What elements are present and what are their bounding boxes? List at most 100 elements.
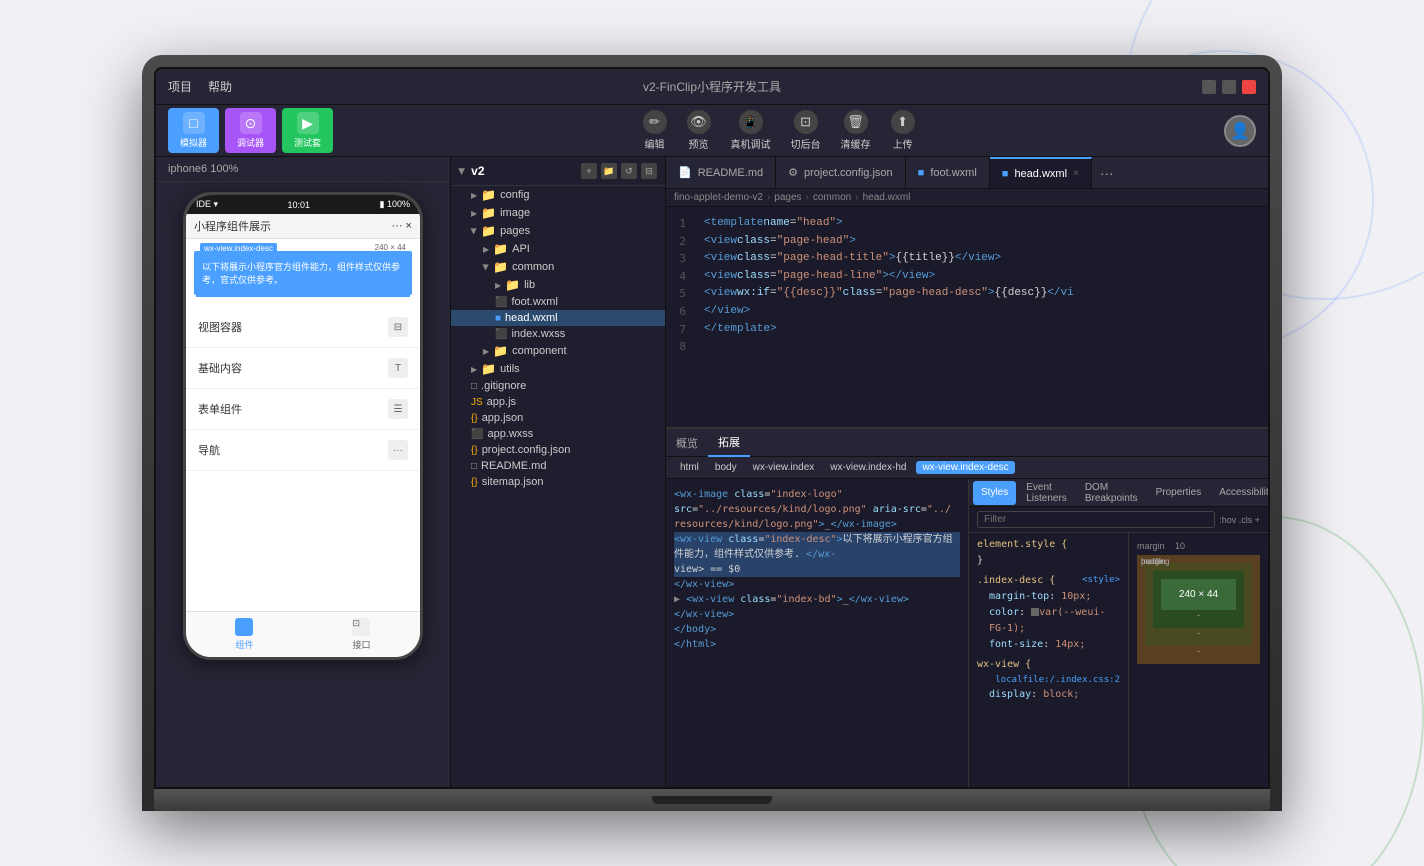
tree-item-head-wxml[interactable]: ■ head.wxml (451, 310, 665, 326)
styles-tab-accessibility[interactable]: Accessibility (1211, 481, 1268, 505)
image-folder-icon: 📁 (481, 206, 496, 220)
styles-tab-properties[interactable]: Properties (1148, 481, 1210, 505)
tree-item-api[interactable]: ▶ 📁 API (451, 240, 665, 258)
tab-foot-label: foot.wxml (930, 167, 976, 179)
menu-item-label-nav: 导航 (198, 442, 220, 458)
menu-item-icon-nav: ··· (388, 440, 408, 460)
app-wxss-icon: ⬛ (471, 429, 483, 440)
filter-hint[interactable]: :hov .cls + (1219, 515, 1260, 525)
tree-item-sitemap[interactable]: {} sitemap.json (451, 474, 665, 490)
minimize-button[interactable] (1202, 80, 1216, 94)
sitemap-icon: {} (471, 477, 478, 488)
tab-foot-wxml[interactable]: ■ foot.wxml (906, 157, 990, 189)
box-model-label: margin 10 (1137, 541, 1260, 551)
pill-html[interactable]: html (674, 461, 705, 474)
styles-filter-input[interactable] (977, 511, 1215, 528)
test-button[interactable]: ▶ 测试套 (282, 108, 333, 153)
phone-panel: iphone6 100% IDE ▾ 10:01 ▮ 100% 小程序组件展示 … (156, 157, 451, 787)
phone-menu-item-content[interactable]: 基础内容 T (186, 348, 420, 389)
tab-project-config[interactable]: ⚙ project.config.json (776, 157, 906, 189)
styles-tab-event-listeners[interactable]: Event Listeners (1018, 481, 1075, 505)
preview-icon: 👁 (687, 110, 711, 134)
nav-components-icon: ⊞ (235, 618, 253, 636)
phone-nav-interface[interactable]: ⊡ 接口 (352, 618, 370, 651)
highlight-size: 240 × 44 (375, 243, 406, 252)
tool-edit[interactable]: ✏ 编辑 (643, 110, 667, 151)
tab-head-close[interactable]: × (1073, 168, 1079, 179)
index-desc-source[interactable]: <style> (1082, 573, 1120, 587)
tree-item-app-wxss[interactable]: ⬛ app.wxss (451, 426, 665, 442)
tree-item-common[interactable]: ▶ 📁 common (451, 258, 665, 276)
styles-tab-styles[interactable]: Styles (973, 481, 1016, 505)
tree-item-gitignore[interactable]: □ .gitignore (451, 378, 665, 394)
html-tree: <wx-image class="index-logo" src="../res… (666, 479, 968, 787)
phone-title-bar: 小程序组件展示 ··· × (186, 214, 420, 239)
new-file-button[interactable]: + (581, 163, 597, 179)
tree-item-utils[interactable]: ▶ 📁 utils (451, 360, 665, 378)
code-area[interactable]: <template name="head"> <view class="page… (696, 207, 1268, 427)
tree-item-readme[interactable]: □ README.md (451, 458, 665, 474)
bm-margin-bottom: - (1145, 646, 1252, 656)
tree-item-app-json[interactable]: {} app.json (451, 410, 665, 426)
styles-panel-tabs: Styles Event Listeners DOM Breakpoints P… (969, 479, 1268, 507)
tree-item-pages[interactable]: ▶ 📁 pages (451, 222, 665, 240)
tree-item-image[interactable]: ▶ 📁 image (451, 204, 665, 222)
phone-menu-item-view[interactable]: 视图容器 ⊟ (186, 307, 420, 348)
tree-item-component[interactable]: ▶ 📁 component (451, 342, 665, 360)
bm-content-size: 240 × 44 (1179, 589, 1218, 600)
style-prop-color: color: var(--weui-FG-1); (977, 605, 1120, 637)
tab-head-label: head.wxml (1014, 168, 1067, 180)
phone-frame: IDE ▾ 10:01 ▮ 100% 小程序组件展示 ··· × wx (183, 192, 423, 660)
phone-menu-item-nav[interactable]: 导航 ··· (186, 430, 420, 471)
pill-body[interactable]: body (709, 461, 743, 474)
laptop-outer: 项目 帮助 v2-FinClip小程序开发工具 □ 模拟器 (142, 55, 1282, 811)
phone-menu-item-form[interactable]: 表单组件 ☰ (186, 389, 420, 430)
tree-item-app-js[interactable]: JS app.js (451, 394, 665, 410)
refresh-button[interactable]: ↺ (621, 163, 637, 179)
style-prop-margin-top: margin-top: 10px; (977, 589, 1120, 605)
tool-preview[interactable]: 👁 预览 (687, 110, 711, 151)
pill-wx-view-index-hd[interactable]: wx-view.index-hd (824, 461, 912, 474)
index-wxss-icon: ⬛ (495, 329, 507, 340)
phone-nav-components[interactable]: ⊞ 组件 (235, 618, 253, 651)
menu-project[interactable]: 项目 (168, 78, 192, 95)
editor-tabs: 📄 README.md ⚙ project.config.json ■ foot… (666, 157, 1268, 189)
collapse-all-button[interactable]: ⊟ (641, 163, 657, 179)
tree-item-index-wxss[interactable]: ⬛ index.wxss (451, 326, 665, 342)
component-label: component (512, 345, 566, 357)
menu-help[interactable]: 帮助 (208, 78, 232, 95)
tree-item-project-config[interactable]: {} project.config.json (451, 442, 665, 458)
tree-item-config[interactable]: ▶ 📁 config (451, 186, 665, 204)
devtools-tab-elements[interactable]: 概览 (666, 429, 708, 457)
tree-item-foot-wxml[interactable]: ⬛ foot.wxml (451, 294, 665, 310)
simulate-label: 模拟器 (180, 136, 207, 149)
user-avatar[interactable]: 👤 (1224, 115, 1256, 147)
pill-wx-view-index[interactable]: wx-view.index (747, 461, 821, 474)
tab-readme[interactable]: 📄 README.md (666, 157, 776, 189)
close-button[interactable] (1242, 80, 1256, 94)
margin-label: margin (1137, 541, 1165, 551)
maximize-button[interactable] (1222, 80, 1236, 94)
editor-panel: 📄 README.md ⚙ project.config.json ■ foot… (666, 157, 1268, 787)
tool-clear-cache[interactable]: 🗑 清缓存 (841, 110, 871, 151)
phone-title: 小程序组件展示 (194, 218, 271, 234)
debug-button[interactable]: ⊙ 调试器 (225, 108, 276, 153)
tool-device-debug[interactable]: 📱 真机调试 (731, 110, 771, 151)
tab-head-wxml[interactable]: ■ head.wxml × (990, 157, 1092, 189)
tool-background[interactable]: ⊡ 切后台 (791, 110, 821, 151)
component-folder-icon: 📁 (493, 344, 508, 358)
devtools-panel-tabs: 概览 拓展 (666, 429, 1268, 457)
wx-view-source[interactable]: localfile:/.index.css:2 (995, 673, 1120, 687)
index-desc-selector: .index-desc { (977, 575, 1055, 586)
tab-more-button[interactable]: ··· (1092, 165, 1122, 181)
highlight-label: wx-view.index-desc (200, 243, 277, 254)
tree-item-lib[interactable]: ▶ 📁 lib (451, 276, 665, 294)
index-wxss-label: index.wxss (511, 328, 565, 340)
pill-wx-view-index-desc[interactable]: wx-view.index-desc (916, 461, 1014, 474)
new-folder-button[interactable]: 📁 (601, 163, 617, 179)
api-folder-icon: 📁 (493, 242, 508, 256)
styles-tab-dom-breakpoints[interactable]: DOM Breakpoints (1077, 481, 1146, 505)
devtools-tab-console[interactable]: 拓展 (708, 429, 750, 457)
tool-upload[interactable]: ⬆ 上传 (891, 110, 915, 151)
simulate-button[interactable]: □ 模拟器 (168, 108, 219, 153)
